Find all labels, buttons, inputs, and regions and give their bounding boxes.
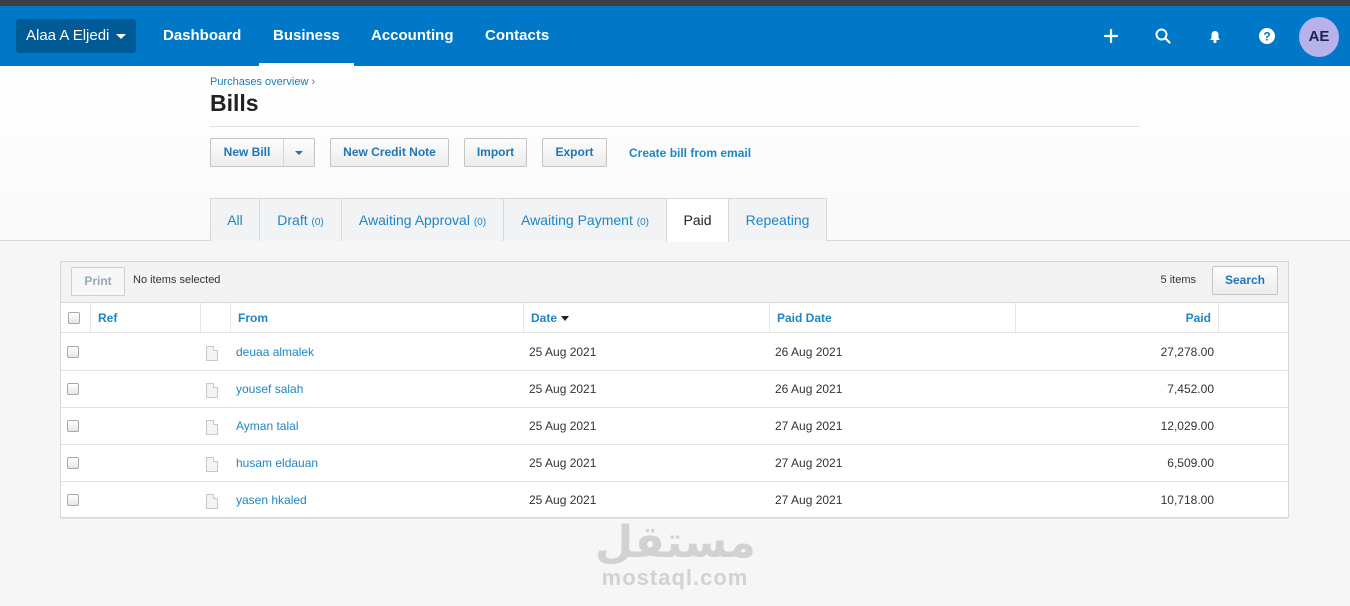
date-cell: 25 Aug 2021 <box>529 493 597 507</box>
org-name: Alaa A Eljedi <box>26 27 110 44</box>
paid-amount-cell: 10,718.00 <box>1160 493 1214 507</box>
tab-count: (0) <box>311 217 324 228</box>
page-title: Bills <box>210 90 259 116</box>
page-header: Purchases overview › Bills New Bill New C… <box>0 66 1350 242</box>
select-all-cell <box>61 303 91 333</box>
row-checkbox[interactable] <box>67 494 79 506</box>
watermark-arabic: مستقل <box>595 517 756 568</box>
bell-icon[interactable] <box>1203 24 1227 48</box>
selection-status: No items selected <box>133 274 221 286</box>
watermark-latin: mostaql.com <box>601 565 749 590</box>
document-icon <box>206 383 218 398</box>
top-navbar: Alaa A Eljedi Dashboard Business Account… <box>0 6 1350 66</box>
user-avatar[interactable]: AE <box>1299 17 1339 57</box>
tab-draft[interactable]: Draft (0) <box>259 198 342 241</box>
tab-label: Repeating <box>745 212 810 228</box>
tab-paid[interactable]: Paid <box>666 198 729 242</box>
search-icon[interactable] <box>1151 24 1175 48</box>
date-cell: 25 Aug 2021 <box>529 345 597 359</box>
table-row[interactable]: husam eldauan 25 Aug 2021 27 Aug 2021 6,509… <box>61 445 1288 482</box>
column-paid[interactable]: Paid <box>1016 303 1219 333</box>
tab-label: All <box>227 212 243 228</box>
import-button[interactable]: Import <box>464 138 527 167</box>
table-row[interactable]: deuaa almalek 25 Aug 2021 26 Aug 2021 27,27… <box>61 334 1288 371</box>
column-attachment <box>201 303 231 333</box>
paid-amount-cell: 12,029.00 <box>1160 419 1214 433</box>
table-row[interactable]: yousef salah 25 Aug 2021 26 Aug 2021 7,452.… <box>61 371 1288 408</box>
export-button[interactable]: Export <box>542 138 607 167</box>
table-header: Ref From Date Paid Date Paid <box>61 303 1288 333</box>
from-link[interactable]: deuaa almalek <box>236 334 314 371</box>
from-link[interactable]: Ayman talal <box>236 408 298 445</box>
date-cell: 25 Aug 2021 <box>529 456 597 470</box>
tab-label: Draft <box>277 212 308 228</box>
tab-awaiting-approval[interactable]: Awaiting Approval (0) <box>341 198 504 241</box>
tab-count: (0) <box>636 217 649 228</box>
date-cell: 25 Aug 2021 <box>529 419 597 433</box>
new-bill-dropdown-button[interactable] <box>283 138 315 167</box>
column-paid-date[interactable]: Paid Date <box>770 303 1016 333</box>
new-bill-button[interactable]: New Bill <box>210 138 284 167</box>
table-row[interactable]: yasen hkaled 25 Aug 2021 27 Aug 2021 10,718… <box>61 482 1288 519</box>
tab-label: Awaiting Payment <box>521 212 633 228</box>
breadcrumb-separator: › <box>311 76 316 88</box>
tab-repeating[interactable]: Repeating <box>728 198 827 241</box>
chevron-down-icon <box>116 34 126 39</box>
tab-count: (0) <box>473 217 487 228</box>
row-checkbox[interactable] <box>67 383 79 395</box>
from-link[interactable]: husam eldauan <box>236 445 318 482</box>
date-cell: 25 Aug 2021 <box>529 382 597 396</box>
nav-accounting[interactable]: Accounting <box>371 6 454 66</box>
paid-date-cell: 27 Aug 2021 <box>775 419 843 433</box>
watermark-logo: مستقل mostaql.com <box>595 517 756 590</box>
help-icon[interactable]: ? <box>1255 24 1279 48</box>
row-checkbox[interactable] <box>67 457 79 469</box>
paid-amount-cell: 7,452.00 <box>1167 382 1214 396</box>
create-bill-from-email-link[interactable]: Create bill from email <box>629 146 751 160</box>
search-button[interactable]: Search <box>1212 266 1278 295</box>
paid-date-cell: 26 Aug 2021 <box>775 382 843 396</box>
plus-icon[interactable] <box>1099 24 1123 48</box>
paid-amount-cell: 27,278.00 <box>1160 345 1214 359</box>
breadcrumb: Purchases overview › <box>210 76 315 88</box>
new-credit-note-button[interactable]: New Credit Note <box>330 138 449 167</box>
sort-desc-icon <box>561 316 570 322</box>
chevron-down-icon <box>295 151 303 155</box>
row-checkbox[interactable] <box>67 420 79 432</box>
nav-business[interactable]: Business <box>259 6 354 66</box>
column-from[interactable]: From <box>231 303 524 333</box>
column-date[interactable]: Date <box>524 303 770 333</box>
nav-contacts[interactable]: Contacts <box>485 6 549 66</box>
org-switcher-button[interactable]: Alaa A Eljedi <box>16 19 136 53</box>
paid-date-cell: 27 Aug 2021 <box>775 493 843 507</box>
nav-dashboard[interactable]: Dashboard <box>163 6 241 66</box>
header-divider <box>210 126 1140 127</box>
table-toolbar: Print No items selected 5 items Search <box>61 262 1288 303</box>
from-link[interactable]: yasen hkaled <box>236 482 307 519</box>
print-button[interactable]: Print <box>71 267 125 296</box>
tab-awaiting-payment[interactable]: Awaiting Payment (0) <box>503 198 667 241</box>
tab-all[interactable]: All <box>210 198 260 241</box>
paid-amount-cell: 6,509.00 <box>1167 456 1214 470</box>
document-icon <box>206 420 218 435</box>
svg-text:?: ? <box>1263 29 1270 43</box>
document-icon <box>206 494 218 509</box>
paid-date-cell: 27 Aug 2021 <box>775 456 843 470</box>
column-date-label: Date <box>531 311 558 325</box>
tab-label: Paid <box>683 212 712 228</box>
bills-table-panel: Print No items selected 5 items Search R… <box>60 261 1289 519</box>
table-row[interactable]: Ayman talal 25 Aug 2021 27 Aug 2021 12,029.… <box>61 408 1288 445</box>
column-ref[interactable]: Ref <box>91 303 201 333</box>
document-icon <box>206 457 218 472</box>
from-link[interactable]: yousef salah <box>236 371 303 408</box>
paid-date-cell: 26 Aug 2021 <box>775 345 843 359</box>
tab-label: Awaiting Approval <box>358 212 470 228</box>
breadcrumb-purchases-overview[interactable]: Purchases overview <box>210 76 308 88</box>
document-icon <box>206 346 218 361</box>
row-checkbox[interactable] <box>67 346 79 358</box>
items-count: 5 items <box>1160 274 1196 286</box>
select-all-checkbox[interactable] <box>68 312 80 324</box>
